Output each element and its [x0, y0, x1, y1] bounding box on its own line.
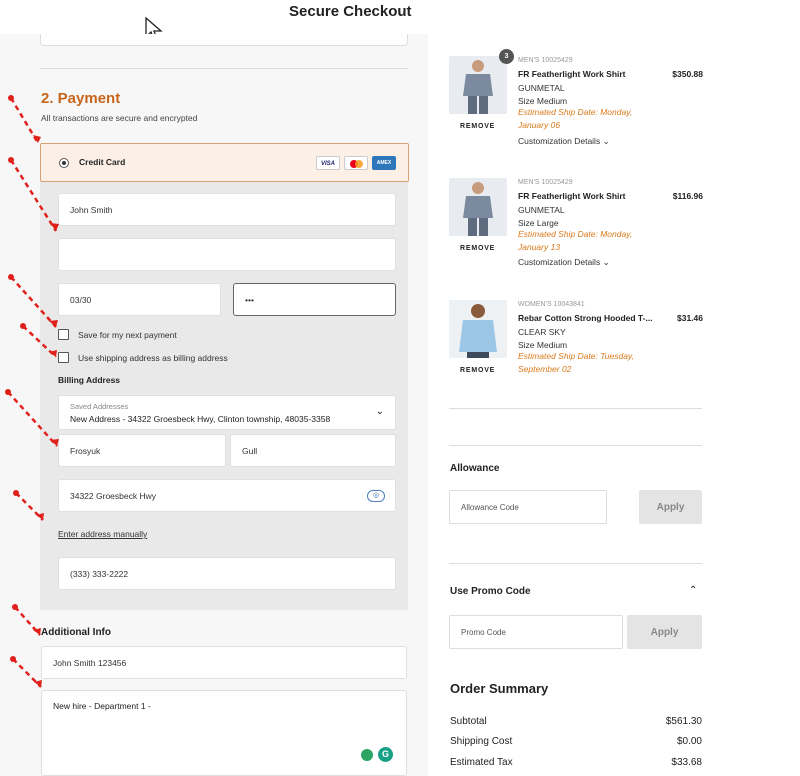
reference-field[interactable]: John Smith 123456 [41, 646, 407, 679]
street-address-field[interactable]: 34322 Groesbeck Hwy ◎ [58, 479, 396, 512]
location-pin-icon[interactable] [361, 749, 373, 761]
summary-row-tax: Estimated Tax $33.68 [450, 757, 702, 768]
promo-apply-button[interactable]: Apply [627, 615, 702, 649]
annotation-arrow-icon [13, 490, 44, 521]
amex-icon: AMEX [372, 156, 396, 170]
phone-field[interactable]: (333) 333-2222 [58, 557, 396, 590]
section-divider [40, 68, 408, 69]
chevron-down-icon: ⌄ [602, 257, 610, 267]
grammarly-icon[interactable]: G [378, 747, 393, 762]
chevron-down-icon: ⌄ [375, 406, 384, 417]
visa-icon: VISA [316, 156, 340, 170]
summary-row-subtotal: Subtotal $561.30 [450, 716, 702, 727]
cart-item: REMOVE WOMEN'S 10043841 Rebar Cotton Str… [449, 300, 705, 380]
promo-title: Use Promo Code [450, 586, 531, 597]
saved-addresses-select[interactable]: Saved Addresses New Address - 34322 Groe… [58, 395, 396, 430]
saved-addresses-label: Saved Addresses [70, 402, 129, 411]
name-on-card-field[interactable]: John Smith [58, 193, 396, 226]
remove-button[interactable]: REMOVE [460, 245, 495, 252]
save-payment-label: Save for my next payment [78, 329, 177, 340]
previous-field[interactable] [40, 34, 408, 46]
item-name: FR Featherlight Work Shirt [518, 191, 626, 201]
annotation-arrow-icon [12, 604, 41, 636]
item-size: Size Large [518, 218, 559, 228]
item-meta: MEN'S 10025429 [518, 179, 573, 186]
item-ship-date: Estimated Ship Date: Monday, January 06 [518, 107, 633, 130]
street-address-value: 34322 Groesbeck Hwy [70, 490, 156, 501]
customization-details-toggle[interactable]: Customization Details ⌄ [518, 257, 610, 268]
card-number-field[interactable] [58, 238, 396, 271]
item-name: FR Featherlight Work Shirt [518, 69, 626, 79]
allowance-code-input[interactable]: Allowance Code [449, 490, 607, 524]
chevron-up-icon[interactable]: ⌃ [689, 585, 697, 596]
item-name: Rebar Cotton Strong Hooded T-... [518, 313, 653, 323]
expiry-field[interactable]: 03/30 [58, 283, 221, 316]
cart-item: 3 REMOVE MEN'S 10025429 FR Featherlight … [449, 49, 705, 156]
annotation-arrow-icon [8, 95, 41, 144]
order-summary-title: Order Summary [450, 681, 549, 696]
quantity-badge: 3 [499, 49, 514, 64]
credit-card-option[interactable]: Credit Card VISA AMEX [40, 143, 409, 182]
item-color: GUNMETAL [518, 83, 565, 93]
item-size: Size Medium [518, 340, 568, 350]
item-color: GUNMETAL [518, 205, 565, 215]
remove-button[interactable]: REMOVE [460, 123, 495, 130]
section-divider [449, 408, 702, 409]
annotation-arrow-icon [5, 389, 59, 447]
annotation-arrow-icon [20, 323, 57, 358]
item-price: $350.88 [672, 69, 703, 79]
cvv-field[interactable]: ••• [233, 283, 396, 316]
customization-details-toggle[interactable]: Customization Details ⌄ [518, 136, 610, 147]
allowance-apply-button[interactable]: Apply [639, 490, 702, 524]
promo-code-input[interactable]: Promo Code [449, 615, 623, 649]
item-price: $116.96 [672, 191, 703, 201]
checkout-page: Secure Checkout 2. Payment All transacti… [0, 0, 800, 776]
item-meta: MEN'S 10025429 [518, 57, 573, 64]
item-size: Size Medium [518, 96, 568, 106]
allowance-title: Allowance [450, 463, 500, 474]
page-title: Secure Checkout [289, 3, 412, 20]
annotation-arrow-icon [10, 656, 42, 688]
credit-card-label: Credit Card [79, 157, 126, 167]
mastercard-icon [344, 156, 368, 170]
section-divider [449, 445, 702, 446]
item-meta: WOMEN'S 10043841 [518, 301, 585, 308]
product-image [449, 178, 507, 236]
product-image [449, 56, 507, 114]
last-name-field[interactable]: Gull [230, 434, 396, 467]
item-color: CLEAR SKY [518, 327, 566, 337]
item-ship-date: Estimated Ship Date: Tuesday, September 0… [518, 351, 634, 374]
product-image [449, 300, 507, 358]
use-shipping-label: Use shipping address as billing address [78, 352, 228, 363]
use-shipping-row[interactable]: Use shipping address as billing address [58, 352, 228, 363]
location-icon[interactable]: ◎ [367, 490, 385, 502]
remove-button[interactable]: REMOVE [460, 367, 495, 374]
cart-item: REMOVE MEN'S 10025429 FR Featherlight Wo… [449, 178, 705, 278]
annotation-arrow-icon [8, 157, 59, 232]
section-divider [449, 563, 702, 564]
chevron-down-icon: ⌄ [602, 136, 610, 146]
notes-textarea[interactable]: New hire - Department 1 - G [41, 690, 407, 776]
item-ship-date: Estimated Ship Date: Monday, January 13 [518, 229, 633, 252]
saved-address-value: New Address - 34322 Groesbeck Hwy, Clint… [70, 414, 331, 424]
summary-row-shipping: Shipping Cost $0.00 [450, 736, 702, 747]
first-name-field[interactable]: Frosyuk [58, 434, 226, 467]
item-price: $31.46 [677, 313, 703, 323]
